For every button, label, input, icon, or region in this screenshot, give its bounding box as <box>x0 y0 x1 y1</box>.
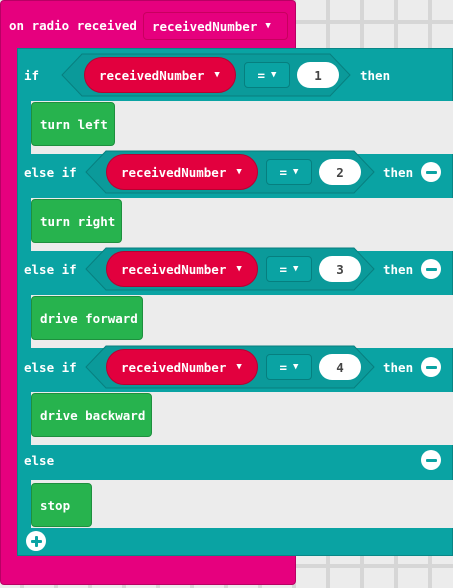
caret-down-icon: ▼ <box>293 167 299 177</box>
minus-circle-icon[interactable] <box>421 357 441 377</box>
variable-label: receivedNumber <box>99 67 205 83</box>
operator-dropdown-2[interactable]: = ▼ <box>266 159 312 185</box>
if-label: if <box>24 68 40 83</box>
minus-circle-icon[interactable] <box>421 450 441 470</box>
operator-label: = <box>279 164 288 180</box>
received-number-variable-4[interactable]: receivedNumber ▼ <box>106 349 258 385</box>
minus-circle-icon[interactable] <box>421 259 441 279</box>
minus-circle-icon[interactable] <box>421 162 441 182</box>
drive-backward-block[interactable]: drive backward <box>31 393 152 437</box>
stop-block[interactable]: stop <box>31 483 92 527</box>
variable-label: receivedNumber <box>121 261 227 277</box>
caret-down-icon: ▼ <box>293 264 299 274</box>
operator-label: = <box>257 67 266 83</box>
caret-down-icon: ▼ <box>236 264 242 274</box>
caret-down-icon: ▼ <box>214 70 220 80</box>
received-number-variable-1[interactable]: receivedNumber ▼ <box>84 57 236 93</box>
value-input-3[interactable]: 3 <box>319 256 361 282</box>
received-number-variable-2[interactable]: receivedNumber ▼ <box>106 154 258 190</box>
operator-label: = <box>279 359 288 375</box>
caret-down-icon: ▼ <box>265 21 271 31</box>
operator-dropdown-4[interactable]: = ▼ <box>266 354 312 380</box>
else-if-label-3: else if <box>24 262 77 277</box>
then-label-3: then <box>383 262 414 277</box>
turn-right-block[interactable]: turn right <box>31 199 122 243</box>
operator-dropdown-1[interactable]: = ▼ <box>244 62 290 88</box>
then-label-4: then <box>383 360 414 375</box>
value-input-2[interactable]: 2 <box>319 159 361 185</box>
received-number-variable-3[interactable]: receivedNumber ▼ <box>106 251 258 287</box>
plus-circle-icon[interactable] <box>26 531 46 551</box>
else-if-label-2: else if <box>24 165 77 180</box>
variable-label: receivedNumber <box>121 359 227 375</box>
operator-label: = <box>279 261 288 277</box>
param-label: receivedNumber <box>152 18 258 34</box>
then-label-1: then <box>360 68 391 83</box>
then-label-2: then <box>383 165 414 180</box>
turn-left-block[interactable]: turn left <box>31 102 115 146</box>
operator-dropdown-3[interactable]: = ▼ <box>266 256 312 282</box>
else-label: else <box>24 453 55 468</box>
value-input-4[interactable]: 4 <box>319 354 361 380</box>
value-input-1[interactable]: 1 <box>297 62 339 88</box>
else-branch-slot <box>31 480 453 528</box>
event-label: on radio received <box>9 18 137 33</box>
else-if-label-4: else if <box>24 360 77 375</box>
caret-down-icon: ▼ <box>293 362 299 372</box>
caret-down-icon: ▼ <box>236 167 242 177</box>
drive-forward-block[interactable]: drive forward <box>31 296 143 340</box>
caret-down-icon: ▼ <box>236 362 242 372</box>
variable-label: receivedNumber <box>121 164 227 180</box>
received-number-param-dropdown[interactable]: receivedNumber ▼ <box>143 12 288 40</box>
caret-down-icon: ▼ <box>271 70 277 80</box>
